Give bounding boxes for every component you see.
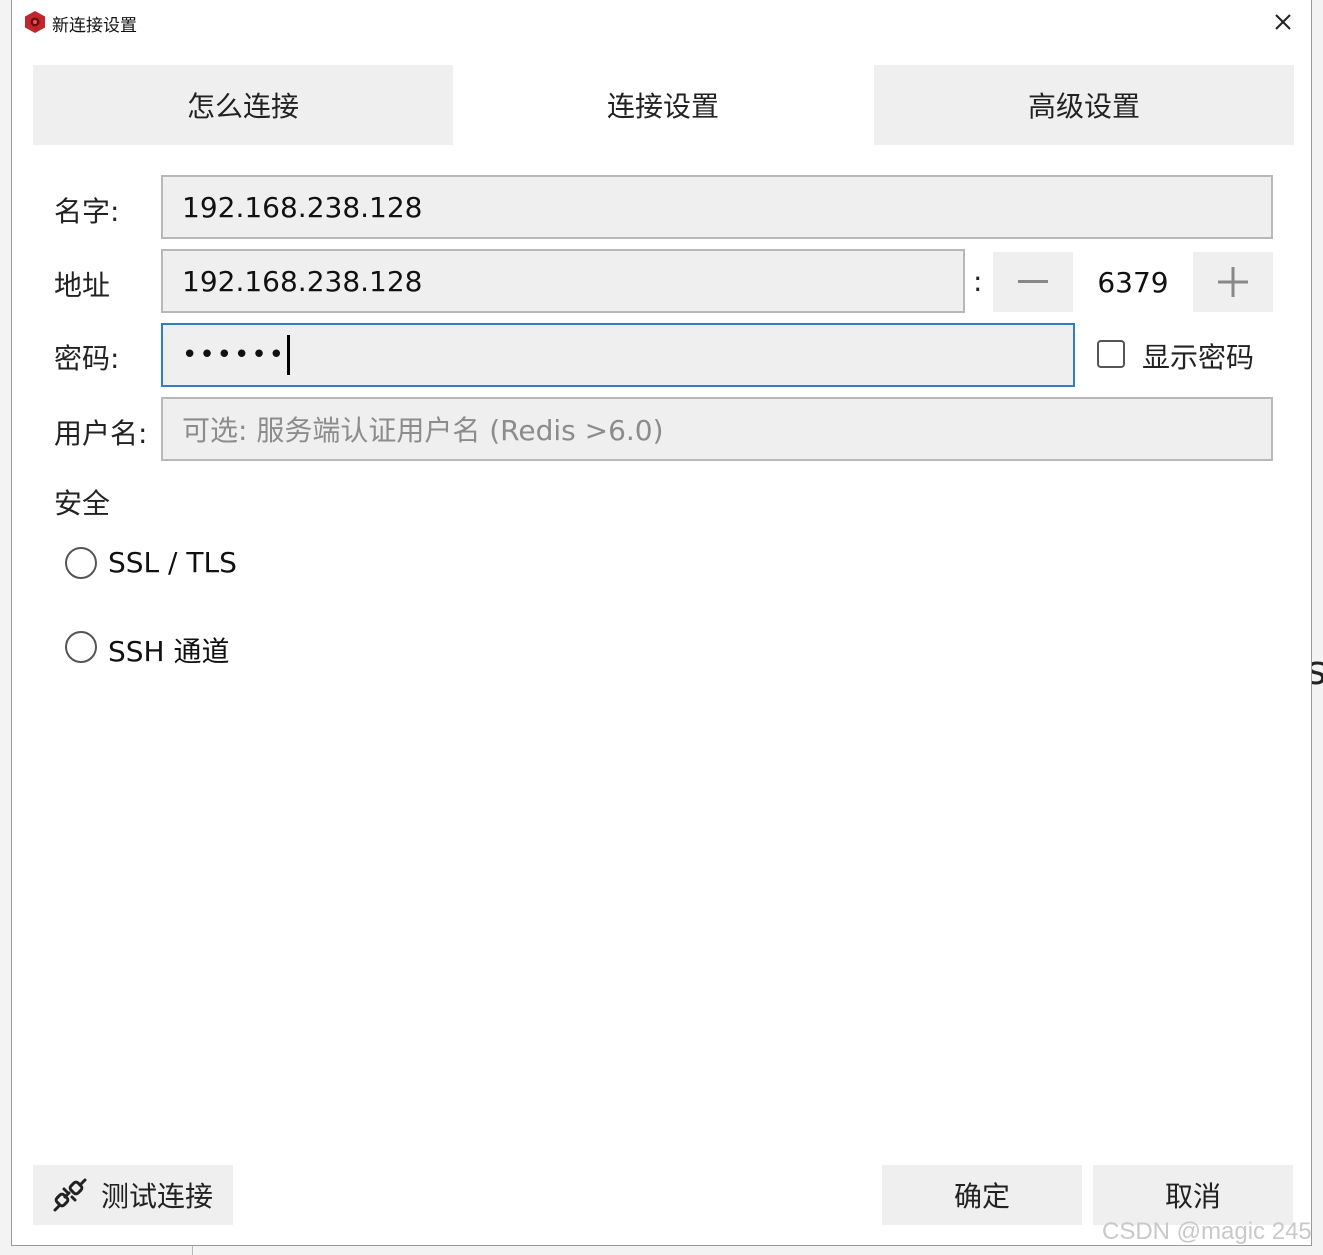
ok-button[interactable]: 确定 — [882, 1165, 1082, 1225]
password-input[interactable]: •••••• — [161, 323, 1075, 387]
security-heading: 安全 — [54, 487, 111, 520]
port-increment-button[interactable] — [1193, 252, 1273, 312]
csdn-watermark: CSDN @magic 245 — [1102, 1218, 1312, 1245]
window-title: 新连接设置 — [52, 16, 137, 36]
port-value: 6379 — [1097, 265, 1169, 299]
port-input[interactable]: 6379 — [1073, 252, 1193, 312]
host-input[interactable]: 192.168.238.128 — [161, 249, 965, 313]
redis-app-icon — [25, 11, 45, 33]
address-label: 地址 — [54, 269, 111, 302]
text-caret — [287, 335, 291, 375]
username-placeholder: 可选: 服务端认证用户名 (Redis >6.0) — [182, 414, 664, 447]
ssl-tls-label[interactable]: SSL / TLS — [108, 546, 237, 579]
title-bar: 新连接设置 — [12, 0, 1311, 44]
show-password-checkbox[interactable] — [1097, 340, 1125, 368]
password-label: 密码: — [54, 342, 120, 375]
tab-how-to-connect[interactable]: 怎么连接 — [33, 65, 453, 145]
name-input-value: 192.168.238.128 — [182, 190, 423, 224]
ssh-tunnel-label[interactable]: SSH 通道 — [108, 630, 230, 670]
ssl-tls-radio[interactable] — [65, 547, 97, 579]
username-input[interactable]: 可选: 服务端认证用户名 (Redis >6.0) — [161, 397, 1273, 461]
minus-icon — [1018, 280, 1048, 283]
connection-settings-dialog: 新连接设置 怎么连接 连接设置 高级设置 名字: 192.168.238.128… — [11, 0, 1312, 1246]
host-input-value: 192.168.238.128 — [182, 264, 423, 298]
test-connection-label: 测试连接 — [100, 1180, 213, 1213]
plus-icon — [1218, 267, 1248, 297]
password-mask: •••••• — [182, 340, 287, 370]
name-input[interactable]: 192.168.238.128 — [161, 175, 1273, 239]
ssh-tunnel-radio[interactable] — [65, 631, 97, 663]
username-label: 用户名: — [54, 417, 148, 450]
tab-connection-settings[interactable]: 连接设置 — [453, 65, 873, 145]
port-decrement-button[interactable] — [993, 252, 1073, 312]
port-separator: : — [973, 265, 983, 298]
tab-advanced-settings[interactable]: 高级设置 — [874, 65, 1294, 145]
show-password-label[interactable]: 显示密码 — [1142, 336, 1254, 376]
test-connection-button[interactable]: 测试连接 — [33, 1165, 233, 1225]
plug-icon — [53, 1178, 87, 1212]
cancel-button[interactable]: 取消 — [1093, 1165, 1293, 1225]
name-label: 名字: — [54, 195, 120, 228]
close-icon[interactable] — [1267, 6, 1299, 38]
